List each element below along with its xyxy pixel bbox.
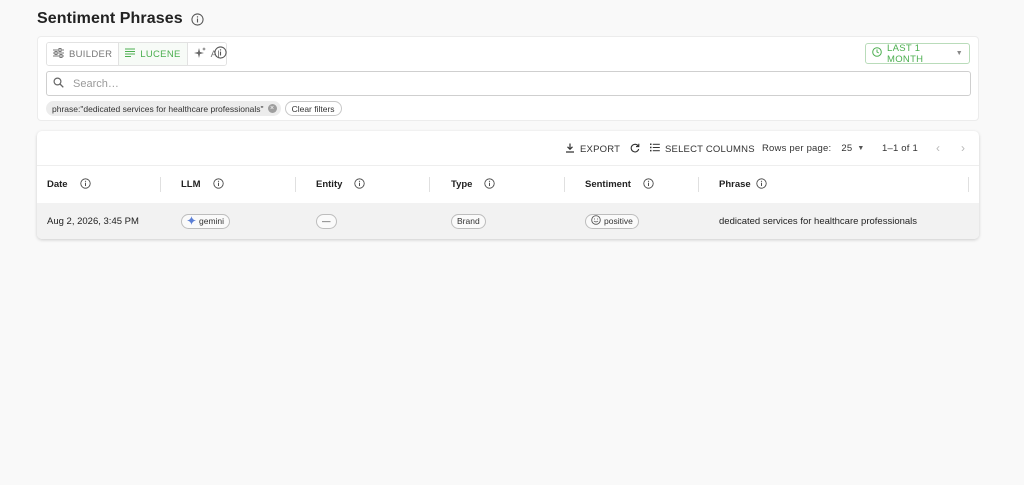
table-row[interactable]: Aug 2, 2026, 3:45 PM gemini — Brand posi… — [37, 203, 979, 239]
entity-chip: — — [316, 213, 337, 229]
column-divider[interactable] — [295, 177, 296, 192]
table-header: Date LLM Entity Type Sentiment Phrase — [37, 166, 979, 203]
time-range-select[interactable]: LAST 1 MONTH ▼ — [865, 42, 970, 65]
sentiment-chip: positive — [585, 213, 639, 229]
list-icon — [650, 143, 660, 155]
search-input[interactable] — [73, 77, 873, 90]
column-label: Sentiment — [585, 179, 631, 190]
mode-lucene-label: LUCENE — [140, 48, 181, 60]
column-header-type[interactable]: Type — [451, 166, 496, 203]
select-columns-label: SELECT COLUMNS — [665, 143, 755, 155]
cell-sentiment: positive — [585, 203, 639, 239]
query-help-info-icon[interactable] — [214, 46, 227, 62]
search-field[interactable] — [46, 71, 971, 96]
pagination-info: 1–1 of 1 — [882, 143, 918, 154]
type-chip: Brand — [451, 213, 486, 229]
rows-per-page-select[interactable]: 25 ▼ — [841, 143, 864, 154]
column-info-icon[interactable] — [212, 177, 224, 192]
query-mode-toggle: BUILDER LUCENE AI — [46, 42, 228, 66]
mode-builder-button[interactable]: BUILDER — [47, 43, 120, 65]
column-header-llm[interactable]: LLM — [181, 166, 224, 203]
caret-down-icon: ▼ — [857, 145, 865, 152]
active-filters: phrase:"dedicated services for healthcar… — [46, 101, 342, 116]
page-header: Sentiment Phrases — [37, 9, 204, 29]
column-info-icon[interactable] — [484, 177, 496, 192]
column-header-entity[interactable]: Entity — [316, 166, 366, 203]
column-info-icon[interactable] — [756, 177, 767, 192]
previous-page-button[interactable]: ‹ — [936, 141, 940, 155]
next-page-button[interactable]: › — [961, 141, 965, 155]
lines-icon — [125, 48, 136, 60]
column-label: Phrase — [719, 179, 751, 190]
cell-date: Aug 2, 2026, 3:45 PM — [47, 215, 139, 227]
column-info-icon[interactable] — [79, 177, 91, 192]
column-header-sentiment[interactable]: Sentiment — [585, 166, 654, 203]
column-header-phrase[interactable]: Phrase — [719, 166, 767, 203]
filter-chip-label: phrase:"dedicated services for healthcar… — [52, 103, 264, 114]
column-header-date[interactable]: Date — [47, 166, 91, 203]
cell-entity: — — [316, 203, 337, 239]
column-label: Type — [451, 179, 473, 190]
export-label: EXPORT — [580, 144, 621, 155]
cell-phrase: dedicated services for healthcare profes… — [719, 215, 918, 227]
page-title: Sentiment Phrases — [37, 10, 183, 27]
clock-icon — [872, 47, 882, 60]
clear-filters-button[interactable]: Clear filters — [284, 101, 342, 116]
column-label: Date — [47, 179, 68, 190]
rows-per-page: Rows per page: 25 ▼ — [762, 143, 864, 154]
time-range-label: LAST 1 MONTH — [887, 42, 924, 65]
sliders-icon — [53, 47, 64, 61]
column-label: Entity — [316, 179, 343, 190]
column-info-icon[interactable] — [643, 177, 654, 192]
mode-lucene-button[interactable]: LUCENE — [119, 43, 188, 65]
sparkles-icon — [193, 46, 206, 62]
column-divider[interactable] — [429, 177, 430, 192]
filter-panel: BUILDER LUCENE AI LAST 1 MONTH ▼ Search…… — [37, 36, 979, 121]
column-label: LLM — [181, 179, 201, 190]
column-divider[interactable] — [564, 177, 565, 192]
gemini-icon — [187, 215, 196, 227]
remove-filter-icon[interactable]: × — [267, 104, 277, 113]
export-button[interactable]: EXPORT — [565, 143, 620, 156]
cell-type: Brand — [451, 203, 486, 239]
filter-chip[interactable]: phrase:"dedicated services for healthcar… — [46, 101, 281, 116]
column-divider[interactable] — [160, 177, 161, 192]
cell-llm: gemini — [181, 203, 231, 239]
results-table: EXPORT SELECT COLUMNS Rows per page: 25 … — [37, 131, 979, 239]
rows-per-page-label: Rows per page: — [762, 143, 832, 154]
sentiment-chip-label: positive — [604, 216, 633, 226]
refresh-icon — [630, 143, 640, 156]
column-divider[interactable] — [968, 177, 969, 192]
mode-builder-label: BUILDER — [69, 48, 113, 60]
select-columns-button[interactable]: SELECT COLUMNS — [650, 143, 755, 155]
title-info-icon[interactable] — [191, 12, 204, 26]
table-toolbar: EXPORT SELECT COLUMNS Rows per page: 25 … — [37, 131, 979, 166]
search-icon — [53, 76, 64, 91]
refresh-button[interactable] — [630, 143, 640, 156]
caret-down-icon: ▼ — [955, 50, 963, 57]
rows-per-page-value: 25 — [841, 143, 853, 154]
llm-chip-label: gemini — [199, 216, 225, 226]
column-info-icon[interactable] — [354, 177, 366, 192]
smiley-icon — [591, 215, 601, 227]
download-icon — [565, 143, 575, 156]
llm-chip: gemini — [181, 213, 231, 229]
column-divider[interactable] — [698, 177, 699, 192]
